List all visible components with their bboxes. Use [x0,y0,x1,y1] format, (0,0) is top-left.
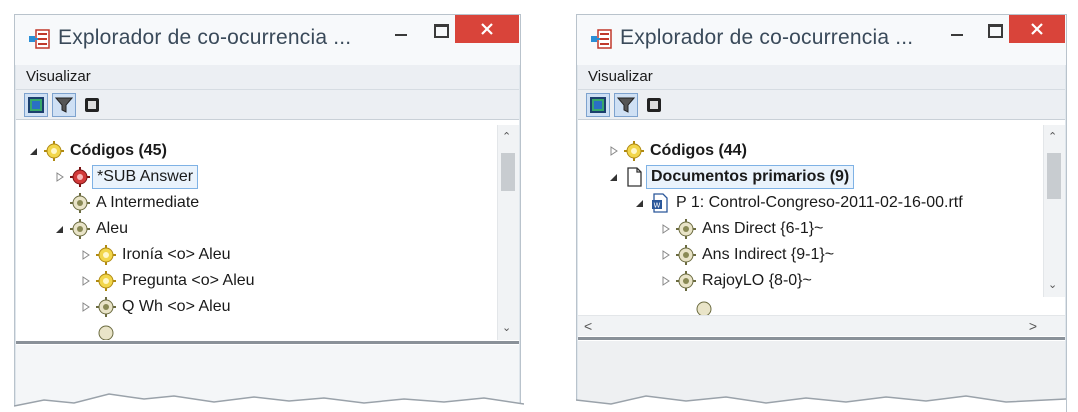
code-family-icon [44,141,64,161]
app-icon [29,29,50,49]
menu-visualizar[interactable]: Visualizar [588,68,653,85]
node-label-selected: Documentos primarios (9) [646,165,855,189]
code-family-icon [624,141,644,161]
toolbar [578,90,1065,120]
expand-arrow-collapsed-icon[interactable] [660,274,672,288]
document-tree[interactable]: Códigos (44) Documentos primarios (9) W … [578,125,1065,315]
co-occurrence-window-right: Explorador de co-ocurrencia ... Visualiz… [576,14,1067,412]
node-label: Códigos (44) [650,142,747,159]
code-network-icon [696,301,712,315]
expand-arrow-collapsed-icon[interactable] [80,274,92,288]
square-stop-icon [85,98,99,112]
svg-text:W: W [654,202,661,210]
view-icon [590,97,606,113]
node-label: A Intermediate [96,194,200,211]
close-icon [1031,23,1043,35]
code-network-icon [70,193,90,213]
code-network-icon [676,245,696,265]
code-network-icon [98,325,114,340]
scroll-down-arrow-icon[interactable]: ⌄ [502,322,511,334]
vertical-scrollbar[interactable]: ⌃ ⌄ [1043,125,1065,297]
torn-edge [576,395,1066,412]
toolbar-stop-button[interactable] [80,93,104,117]
node-label: Aleu [96,220,129,237]
expand-arrow-collapsed-icon[interactable] [80,248,92,262]
scroll-left-arrow-icon[interactable]: < [584,318,592,334]
view-icon [28,97,44,113]
node-label: Códigos (45) [70,142,167,159]
title-bar[interactable]: Explorador de co-ocurrencia ... [577,15,1066,65]
node-label: Pregunta <o> Aleu [122,272,255,289]
filter-icon [617,97,635,113]
toolbar-view-button[interactable] [586,93,610,117]
preview-pane [14,345,524,412]
window-title: Explorador de co-ocurrencia ... [58,26,352,49]
code-network-icon [676,219,696,239]
code-tree[interactable]: Códigos (45) *SUB Answer A Intermediate … [16,125,519,340]
code-yellow-icon [96,245,116,265]
toolbar-view-button[interactable] [24,93,48,117]
expand-arrow-expanded-icon[interactable] [608,170,620,184]
expand-arrow-collapsed-icon[interactable] [608,144,620,158]
pane-splitter[interactable] [578,337,1065,340]
scroll-right-arrow-icon[interactable]: > [1029,318,1037,334]
expand-arrow-collapsed-icon[interactable] [54,170,66,184]
horizontal-scrollbar[interactable]: < > [578,315,1065,336]
close-button[interactable] [1009,15,1065,43]
expand-arrow-collapsed-icon[interactable] [80,300,92,314]
scroll-thumb[interactable] [1047,153,1061,199]
node-label: Ans Indirect {9-1}~ [702,246,835,263]
word-document-icon: W [652,193,668,213]
code-yellow-icon [96,271,116,291]
expand-arrow-expanded-icon[interactable] [28,144,40,158]
square-stop-icon [647,98,661,112]
torn-edge [14,393,524,412]
node-label: Ironía <o> Aleu [122,246,231,263]
scroll-thumb[interactable] [501,153,515,191]
menu-visualizar[interactable]: Visualizar [26,68,91,85]
scroll-up-arrow-icon[interactable]: ⌃ [502,131,511,143]
node-label: Ans Direct {6-1}~ [702,220,824,237]
toolbar-filter-button[interactable] [614,93,638,117]
toolbar-stop-button[interactable] [642,93,666,117]
close-button[interactable] [455,15,519,43]
node-label: Q Wh <o> Aleu [122,298,231,315]
code-network-icon [70,219,90,239]
co-occurrence-window-left: Explorador de co-ocurrencia ... Visualiz… [14,14,524,412]
minimize-button[interactable] [937,15,977,43]
toolbar-filter-button[interactable] [52,93,76,117]
code-red-icon [70,167,90,187]
scroll-up-arrow-icon[interactable]: ⌃ [1048,131,1057,143]
expand-arrow-collapsed-icon[interactable] [660,248,672,262]
app-icon [591,29,612,49]
expand-arrow-expanded-icon[interactable] [54,222,66,236]
menu-bar: Visualizar [16,65,519,90]
pane-splitter[interactable] [16,341,519,344]
code-network-icon [96,297,116,317]
node-label-selected: *SUB Answer [92,165,199,189]
scroll-down-arrow-icon[interactable]: ⌄ [1048,279,1057,291]
menu-bar: Visualizar [578,65,1065,90]
expand-arrow-collapsed-icon[interactable] [660,222,672,236]
node-label: RajoyLO {8-0}~ [702,272,812,289]
close-icon [481,23,493,35]
filter-icon [55,97,73,113]
preview-pane [576,341,1066,412]
document-icon [627,167,642,187]
expand-arrow-expanded-icon[interactable] [634,196,646,210]
code-network-icon [676,271,696,291]
toolbar [16,90,519,120]
minimize-button[interactable] [381,15,421,43]
title-bar[interactable]: Explorador de co-ocurrencia ... [15,15,520,65]
node-label: P 1: Control-Congreso-2011-02-16-00.rtf [676,194,963,211]
vertical-scrollbar[interactable]: ⌃ ⌄ [497,125,519,340]
window-title: Explorador de co-ocurrencia ... [620,26,914,49]
